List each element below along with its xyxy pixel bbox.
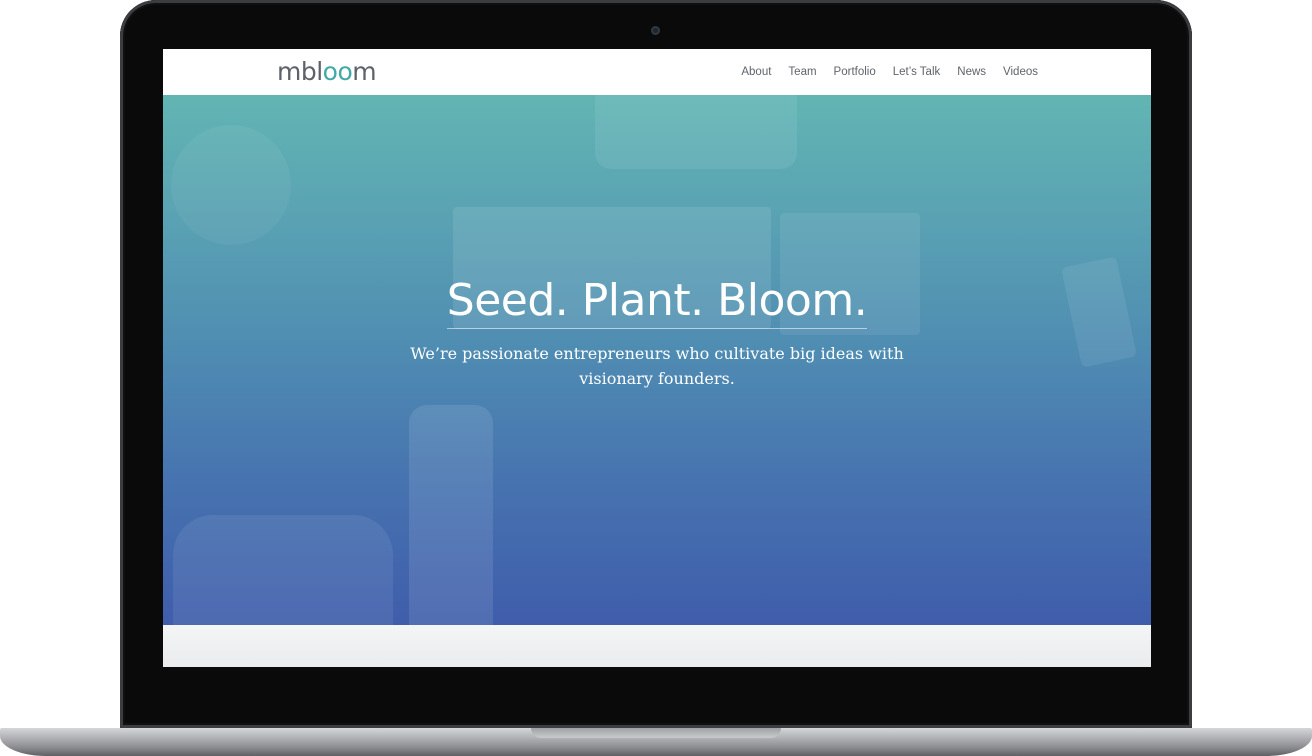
content-section-top (163, 625, 1151, 667)
nav-item-portfolio[interactable]: Portfolio (834, 66, 876, 78)
webcam-icon (651, 26, 660, 35)
hero-background-cup (409, 405, 493, 625)
nav-item-team[interactable]: Team (788, 66, 816, 78)
nav-item-lets-talk[interactable]: Let’s Talk (893, 66, 941, 78)
browser-viewport: mbloom About Team Portfolio Let’s Talk N… (163, 49, 1151, 667)
hero-title-text: Seed. Plant. Bloom. (446, 275, 868, 329)
site-logo[interactable]: mbloom (277, 55, 377, 89)
logo-text-suffix: m (352, 57, 377, 86)
hero-background-shape (171, 125, 291, 245)
hero-subtitle: We’re passionate entrepreneurs who culti… (410, 344, 904, 388)
main-nav: About Team Portfolio Let’s Talk News Vid… (741, 49, 1038, 95)
nav-item-about[interactable]: About (741, 66, 771, 78)
hero-section: Seed. Plant. Bloom. We’re passionate ent… (163, 95, 1151, 625)
nav-item-news[interactable]: News (957, 66, 986, 78)
hero-title: Seed. Plant. Bloom. (163, 273, 1151, 329)
logo-text-accent: oo (322, 57, 353, 86)
logo-text-prefix: mbl (277, 57, 323, 86)
laptop-notch (531, 728, 781, 738)
site-header: mbloom About Team Portfolio Let’s Talk N… (163, 49, 1151, 95)
hero-background-arm (173, 515, 393, 625)
nav-item-videos[interactable]: Videos (1003, 66, 1038, 78)
hero-background-monitor (595, 95, 797, 169)
